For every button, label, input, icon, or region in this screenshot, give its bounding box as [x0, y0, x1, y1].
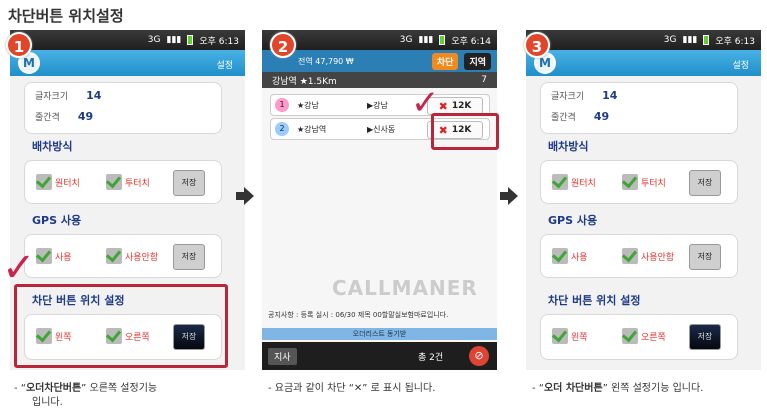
earnings-summary: 전역 47,790 ₩: [298, 56, 354, 66]
checkbox-checked-icon: [622, 328, 638, 344]
block-section-title: 차단 버튼 위치 설정: [548, 294, 641, 307]
settings-label: 설정: [216, 61, 233, 71]
red-checkmark-icon: ✓: [2, 245, 36, 291]
no-call-icon[interactable]: ⊘: [469, 346, 489, 366]
row-number: 1: [275, 98, 289, 112]
caption-1: - “오더차단버튼” 오른쪽 설정기능 입니다.: [14, 383, 158, 408]
checkbox-checked-icon: [106, 248, 122, 264]
sync-progress-bar: 오더리스트 동기받: [262, 328, 497, 340]
gps-save-button[interactable]: 저장: [173, 244, 205, 270]
next-arrow-icon: [244, 187, 254, 205]
caption-3: - “오더 차단버튼” 왼쪽 설정기능 입니다.: [532, 383, 704, 394]
dispatch-option-onetouch[interactable]: 원터치: [36, 174, 80, 190]
line-spacing-label: 줄간격: [35, 113, 60, 123]
block-option-left[interactable]: 왼쪽: [552, 328, 588, 344]
phone-screen-3: 3G ▮▮▮ 오후 6:13 M 설정 글자크기 14 줄간격 49 배차방식 …: [526, 30, 761, 370]
checkbox-checked-icon: [622, 248, 638, 264]
gps-option-use[interactable]: 사용: [552, 248, 588, 264]
settings-label: 설정: [732, 61, 749, 71]
red-checkmark-icon: ✓: [411, 83, 440, 123]
dispatch-section-title: 배차방식: [548, 140, 589, 153]
signal-icon: ▮▮▮: [166, 35, 182, 45]
dispatch-save-button[interactable]: 저장: [173, 170, 205, 196]
watermark-logo: CALLMANER: [332, 276, 478, 300]
region-tab-button[interactable]: 지역: [464, 52, 491, 70]
page-title: 차단버튼 위치설정: [8, 7, 124, 25]
app-bar: M 설정: [10, 50, 245, 76]
highlight-box: [14, 284, 228, 368]
bottom-bar: 지사 총 2건 ⊘: [262, 342, 497, 370]
dispatch-option-onetouch[interactable]: 원터치: [552, 174, 596, 190]
gps-option-nouse[interactable]: 사용안함: [106, 248, 158, 264]
dispatch-option-twotouch[interactable]: 투터치: [106, 174, 150, 190]
row-destination: ▶신사동: [367, 124, 396, 134]
block-save-button[interactable]: 저장: [689, 324, 721, 350]
font-size-value[interactable]: 14: [602, 89, 617, 102]
phone-screen-2: 3G ▮▮▮ 오후 6:14 전역 47,790 ₩ 차단 지역 강남역 ★1.…: [262, 30, 497, 370]
notice-text: 공지사항 : 등록 실시 : 06/30 제목 00할말실보험마료입니다.: [268, 311, 449, 319]
checkbox-checked-icon: [36, 248, 52, 264]
block-option-right[interactable]: 오른쪽: [622, 328, 666, 344]
checkbox-checked-icon: [106, 174, 122, 190]
font-size-value[interactable]: 14: [86, 89, 101, 102]
font-size-label: 글자크기: [551, 92, 585, 102]
text-settings-card: 글자크기 14 줄간격 49: [540, 82, 738, 134]
caption-2: - 요금과 같이 차단 “✕” 로 표시 됩니다.: [268, 383, 436, 394]
network-label: 3G: [663, 35, 677, 45]
app-bar: M 설정: [526, 50, 761, 76]
status-bar: 3G ▮▮▮ 오후 6:13: [10, 30, 245, 50]
checkbox-checked-icon: [552, 174, 568, 190]
next-arrow-icon: [508, 187, 518, 205]
status-bar: 3G ▮▮▮ 오후 6:13: [526, 30, 761, 50]
dispatch-section-title: 배차방식: [32, 140, 73, 153]
gps-option-nouse[interactable]: 사용안함: [622, 248, 674, 264]
order-header: 전역 47,790 ₩ 차단 지역: [262, 50, 497, 72]
step-badge-2: 2: [270, 32, 296, 58]
row-origin: ★강남역: [297, 124, 327, 134]
checkbox-checked-icon: [552, 248, 568, 264]
clock: 오후 6:14: [451, 36, 491, 47]
step-badge-3: 3: [524, 32, 550, 58]
text-settings-card: 글자크기 14 줄간격 49: [24, 82, 222, 134]
line-spacing-label: 줄간격: [551, 113, 576, 123]
highlight-box: [431, 113, 499, 150]
dispatch-option-twotouch[interactable]: 투터치: [622, 174, 666, 190]
gps-section-title: GPS 사용: [32, 214, 82, 227]
step-badge-1: 1: [6, 32, 32, 58]
font-size-label: 글자크기: [35, 92, 69, 102]
close-icon: ✖: [438, 99, 448, 113]
block-tab-button[interactable]: 차단: [431, 52, 459, 70]
gps-section-title: GPS 사용: [548, 214, 598, 227]
clock: 오후 6:13: [199, 36, 239, 47]
location-count: 7: [481, 75, 487, 85]
arrow-stem: [500, 192, 508, 200]
gps-option-use[interactable]: 사용: [36, 248, 72, 264]
status-bar: 3G ▮▮▮ 오후 6:14: [262, 30, 497, 50]
battery-icon: [439, 35, 446, 45]
network-label: 3G: [147, 35, 161, 45]
location-bar: 강남역 ★1.5Km 7: [262, 72, 497, 88]
row-origin: ★강남: [297, 100, 319, 110]
row-number: 2: [275, 122, 289, 136]
battery-icon: [187, 35, 194, 45]
checkbox-checked-icon: [36, 174, 52, 190]
branch-button[interactable]: 지사: [268, 348, 297, 365]
location-name: 강남역 ★1.5Km: [272, 76, 337, 87]
signal-icon: ▮▮▮: [682, 35, 698, 45]
checkbox-checked-icon: [552, 328, 568, 344]
total-count: 총 2건: [418, 353, 444, 363]
battery-icon: [703, 35, 710, 45]
line-spacing-value[interactable]: 49: [594, 110, 609, 123]
line-spacing-value[interactable]: 49: [78, 110, 93, 123]
signal-icon: ▮▮▮: [418, 35, 434, 45]
checkbox-checked-icon: [622, 174, 638, 190]
network-label: 3G: [399, 35, 413, 45]
row-destination: ▶강남: [367, 100, 388, 110]
dispatch-save-button[interactable]: 저장: [689, 170, 721, 196]
gps-save-button[interactable]: 저장: [689, 244, 721, 270]
clock: 오후 6:13: [715, 36, 755, 47]
arrow-stem: [236, 192, 244, 200]
